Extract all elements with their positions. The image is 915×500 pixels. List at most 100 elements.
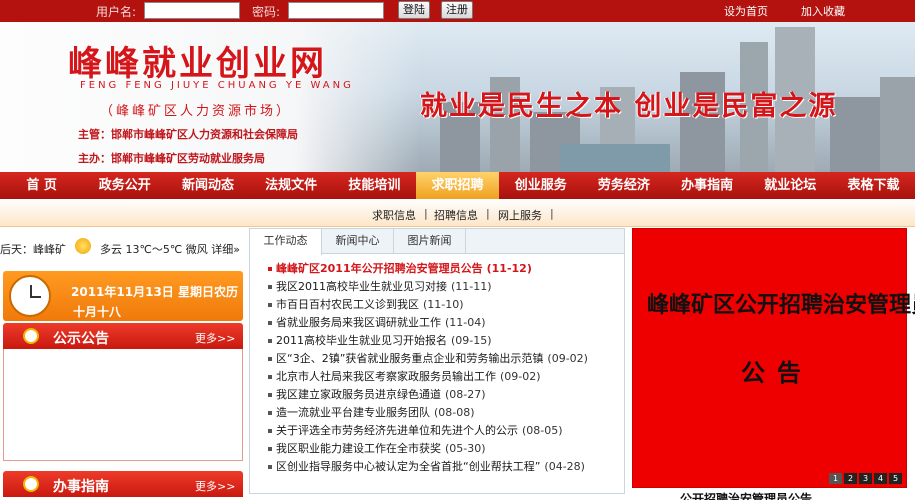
nav-item-labor[interactable]: 劳务经济 bbox=[582, 172, 665, 199]
slide-page-button[interactable]: 3 bbox=[859, 473, 872, 484]
nav-item-forum[interactable]: 就业论坛 bbox=[749, 172, 832, 199]
news-item[interactable]: 我区2011高校毕业生就业见习对接 (11-11) bbox=[268, 278, 623, 296]
guide-icon bbox=[23, 476, 39, 492]
add-favorite-link[interactable]: 加入收藏 bbox=[801, 3, 845, 19]
news-item-title[interactable]: 我区建立家政服务员进京绿色通道 bbox=[276, 388, 441, 401]
username-label: 用户名: bbox=[96, 5, 137, 19]
news-item-date: (11-04) bbox=[445, 316, 486, 329]
weather-text-right[interactable]: 多云 13℃～5℃ 微风 详细» bbox=[100, 241, 240, 257]
password-label: 密码: bbox=[252, 5, 281, 19]
news-item[interactable]: 省就业服务局来我区调研就业工作 (11-04) bbox=[268, 314, 623, 332]
news-item-date: (11-11) bbox=[451, 280, 492, 293]
password-input[interactable] bbox=[288, 2, 384, 19]
tab-news-center[interactable]: 新闻中心 bbox=[322, 229, 394, 254]
news-item-title[interactable]: 我区2011高校毕业生就业见习对接 bbox=[276, 280, 447, 293]
bullet-icon bbox=[268, 465, 272, 469]
nav-item-government[interactable]: 政务公开 bbox=[83, 172, 166, 199]
weather-strip: 后天：峰峰矿 多云 13℃～5℃ 微风 详细» bbox=[0, 238, 245, 260]
notice-panel-header: 公示公告 更多>> bbox=[3, 323, 243, 349]
nav-item-home[interactable]: 首 页 bbox=[0, 172, 83, 199]
speaker-icon bbox=[23, 328, 39, 344]
news-item[interactable]: 我区建立家政服务员进京绿色通道 (08-27) bbox=[268, 386, 623, 404]
slide-page-button[interactable]: 2 bbox=[844, 473, 857, 484]
notice-panel-title: 公示公告 bbox=[53, 331, 109, 347]
news-item-title[interactable]: 造一流就业平台建专业服务团队 bbox=[276, 406, 430, 419]
tab-photo-news[interactable]: 图片新闻 bbox=[394, 229, 466, 254]
news-item-title[interactable]: 峰峰矿区2011年公开招聘治安管理员公告 bbox=[276, 262, 483, 275]
news-item-date: (11-12) bbox=[486, 262, 532, 275]
news-item-date: (09-02) bbox=[547, 352, 588, 365]
sub-nav: 求职信息 | 招聘信息 | 网上服务 | bbox=[0, 199, 915, 227]
site-pinyin: FENG FENG JIUYE CHUANG YE WANG bbox=[80, 80, 354, 91]
news-item-title[interactable]: 区创业指导服务中心被认定为全省首批“创业帮扶工程” bbox=[276, 460, 540, 473]
tab-work-news[interactable]: 工作动态 bbox=[250, 229, 322, 255]
bullet-icon bbox=[268, 285, 272, 289]
news-item[interactable]: 北京市人社局来我区考察家政服务员输出工作 (09-02) bbox=[268, 368, 623, 386]
username-input[interactable] bbox=[144, 2, 240, 19]
building-shape bbox=[830, 97, 880, 172]
news-item-title[interactable]: 2011高校毕业生就业见习开始报名 bbox=[276, 334, 447, 347]
news-item-date: (09-02) bbox=[500, 370, 541, 383]
nav-item-news[interactable]: 新闻动态 bbox=[166, 172, 249, 199]
lunar-date: 十月十八 bbox=[73, 305, 122, 319]
nav-item-training[interactable]: 技能培训 bbox=[333, 172, 416, 199]
subnav-recruiting[interactable]: 招聘信息 bbox=[434, 207, 478, 223]
site-market: （峰峰矿区人力资源市场） bbox=[100, 104, 293, 119]
bullet-icon bbox=[268, 375, 272, 379]
nav-item-startup[interactable]: 创业服务 bbox=[499, 172, 582, 199]
register-button[interactable]: 注册 bbox=[441, 1, 473, 19]
news-item[interactable]: 我区职业能力建设工作在全市获奖 (05-30) bbox=[268, 440, 623, 458]
slide-caption[interactable]: 公开招聘治安管理员公告 bbox=[680, 490, 812, 500]
subnav-separator: | bbox=[424, 207, 428, 220]
featured-slideshow[interactable]: 峰峰矿区公开招聘治安管理员 公告 1 2 3 4 5 bbox=[632, 228, 915, 488]
subnav-job-seeking[interactable]: 求职信息 bbox=[372, 207, 416, 223]
notice-panel-body bbox=[3, 349, 243, 461]
site-org-host: 主办：邯郸市峰峰矿区劳动就业服务局 bbox=[78, 152, 265, 165]
news-panel: 工作动态 新闻中心 图片新闻 峰峰矿区2011年公开招聘治安管理员公告 (11-1… bbox=[249, 228, 625, 494]
slide-page-button[interactable]: 1 bbox=[829, 473, 842, 484]
news-item-title[interactable]: 市百日百村农民工义诊到我区 bbox=[276, 298, 419, 311]
weather-text-left: 后天：峰峰矿 bbox=[0, 243, 66, 256]
news-item[interactable]: 市百日百村农民工义诊到我区 (11-10) bbox=[268, 296, 623, 314]
news-tabs: 工作动态 新闻中心 图片新闻 bbox=[250, 229, 624, 255]
guide-panel-title: 办事指南 bbox=[53, 479, 109, 495]
bullet-icon bbox=[268, 267, 272, 271]
news-item-date: (11-10) bbox=[423, 298, 464, 311]
site-title: 峰峰就业创业网 bbox=[68, 44, 327, 84]
bullet-icon bbox=[268, 321, 272, 325]
nav-item-downloads[interactable]: 表格下载 bbox=[832, 172, 915, 199]
river-shape bbox=[560, 144, 670, 172]
slide-page-button[interactable]: 5 bbox=[889, 473, 902, 484]
news-item-date: (08-08) bbox=[434, 406, 475, 419]
news-item-date: (08-27) bbox=[445, 388, 486, 401]
set-homepage-link[interactable]: 设为首页 bbox=[724, 3, 768, 19]
notice-more-link[interactable]: 更多>> bbox=[195, 330, 235, 346]
sun-icon bbox=[75, 238, 91, 254]
guide-more-link[interactable]: 更多>> bbox=[195, 478, 235, 494]
news-item-title[interactable]: 关于评选全市劳务经济先进单位和先进个人的公示 bbox=[276, 424, 518, 437]
news-item[interactable]: 区创业指导服务中心被认定为全省首批“创业帮扶工程” (04-28) bbox=[268, 458, 623, 476]
slide-headline: 峰峰矿区公开招聘治安管理员 bbox=[647, 292, 915, 318]
slide-page-button[interactable]: 4 bbox=[874, 473, 887, 484]
news-item[interactable]: 关于评选全市劳务经济先进单位和先进个人的公示 (08-05) bbox=[268, 422, 623, 440]
date-block: 2011年11月13日 星期日农历 十月十八 bbox=[3, 271, 243, 321]
news-item-title[interactable]: 北京市人社局来我区考察家政服务员输出工作 bbox=[276, 370, 496, 383]
news-item-title[interactable]: 区“3企、2镇”获省就业服务重点企业和劳务输出示范镇 bbox=[276, 352, 543, 365]
nav-item-jobs[interactable]: 求职招聘 bbox=[415, 172, 500, 199]
top-login-bar: 用户名: 密码: 登陆 注册 设为首页 加入收藏 bbox=[0, 0, 915, 22]
site-org-sponsor: 主管：邯郸市峰峰矿区人力资源和社会保障局 bbox=[78, 128, 298, 141]
subnav-online-service[interactable]: 网上服务 bbox=[498, 207, 542, 223]
news-item[interactable]: 2011高校毕业生就业见习开始报名 (09-15) bbox=[268, 332, 623, 350]
news-item[interactable]: 造一流就业平台建专业服务团队 (08-08) bbox=[268, 404, 623, 422]
news-item-title[interactable]: 我区职业能力建设工作在全市获奖 bbox=[276, 442, 441, 455]
bullet-icon bbox=[268, 339, 272, 343]
slide-subheadline: 公告 bbox=[741, 358, 813, 387]
news-item[interactable]: 区“3企、2镇”获省就业服务重点企业和劳务输出示范镇 (09-02) bbox=[268, 350, 623, 368]
nav-item-regulations[interactable]: 法规文件 bbox=[250, 172, 333, 199]
nav-item-guide[interactable]: 办事指南 bbox=[666, 172, 749, 199]
news-item-title[interactable]: 省就业服务局来我区调研就业工作 bbox=[276, 316, 441, 329]
login-button[interactable]: 登陆 bbox=[398, 1, 430, 19]
news-item[interactable]: 峰峰矿区2011年公开招聘治安管理员公告 (11-12) bbox=[268, 260, 623, 278]
bullet-icon bbox=[268, 429, 272, 433]
site-banner: 峰峰就业创业网 FENG FENG JIUYE CHUANG YE WANG （… bbox=[0, 22, 915, 172]
